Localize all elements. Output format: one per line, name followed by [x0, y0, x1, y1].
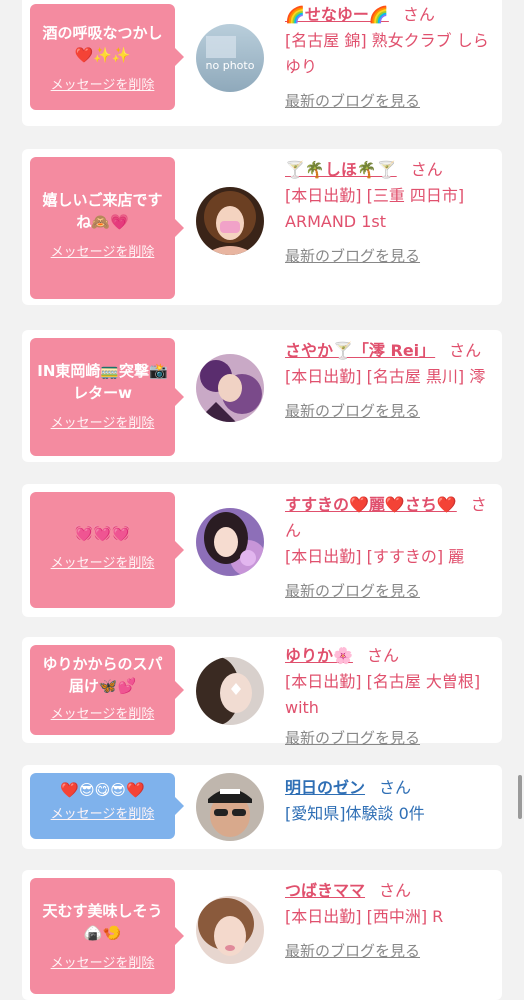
- avatar[interactable]: [196, 896, 264, 964]
- honorific: さん: [410, 160, 443, 179]
- avatar[interactable]: [196, 657, 264, 725]
- message-text: ゆりかからのスパ届け🦋💕: [42, 655, 163, 695]
- message-bubble: 嬉しいご来店ですね🙈💗 メッセージを削除: [30, 157, 184, 299]
- user-info: つばきママ さん [本日出勤] [西中洲] R 最新のブログを見る: [285, 878, 497, 964]
- delete-message-link[interactable]: メッセージを削除: [51, 952, 155, 971]
- latest-blog-link[interactable]: 最新のブログを見る: [285, 725, 420, 751]
- latest-blog-link[interactable]: 最新のブログを見る: [285, 398, 420, 424]
- message-text: 💓💓💓: [74, 524, 131, 542]
- profile-photo: [196, 896, 264, 964]
- scrollbar[interactable]: [518, 775, 522, 819]
- user-info: さやか🍸「澪 Rei」 さん [本日出勤] [名古屋 黒川] 澪 最新のブログを見…: [285, 338, 497, 424]
- list-item: 💓💓💓 メッセージを削除 すすきの❤️麗❤️さち❤️ さん [本日出勤] [すすき…: [22, 484, 502, 617]
- profile-photo: [196, 657, 264, 725]
- list-item: 天むす美味しそう🍙🍤 メッセージを削除 つばきママ さん [本日出勤] [西中洲]…: [22, 870, 502, 1000]
- message-text: 天むす美味しそう🍙🍤: [42, 902, 163, 942]
- delete-message-link[interactable]: メッセージを削除: [51, 703, 155, 722]
- honorific: さん: [402, 5, 435, 24]
- user-name-link[interactable]: ゆりか🌸: [285, 646, 353, 665]
- message-bubble: IN東岡崎🚃突撃📸レターw メッセージを削除: [30, 338, 184, 456]
- message-text: ❤️😎😋😎❤️: [60, 781, 145, 799]
- message-bubble: 💓💓💓 メッセージを削除: [30, 492, 184, 608]
- user-name-link[interactable]: 🌈せなゆー🌈: [285, 5, 389, 24]
- message-text: IN東岡崎🚃突撃📸レターw: [37, 362, 168, 402]
- list-item: 嬉しいご来店ですね🙈💗 メッセージを削除 🍸🌴しほ🌴🍸 さん [本日出勤] [三重…: [22, 149, 502, 305]
- delete-message-link[interactable]: メッセージを削除: [51, 803, 155, 822]
- honorific: さん: [379, 778, 412, 797]
- avatar[interactable]: no photo: [196, 24, 264, 92]
- list-item: ゆりかからのスパ届け🦋💕 メッセージを削除 ゆりか🌸 さん [本日出勤] [名古屋…: [22, 637, 502, 747]
- honorific: さん: [366, 646, 399, 665]
- avatar[interactable]: [196, 187, 264, 255]
- user-info: すすきの❤️麗❤️さち❤️ さん [本日出勤] [すすきの] 麗 最新のブログを見…: [285, 492, 497, 604]
- user-details: [本日出勤] [名古屋 大曽根] with: [285, 672, 481, 717]
- delete-message-link[interactable]: メッセージを削除: [51, 241, 155, 260]
- user-info: 明日のゼン さん [愛知県]体験談 0件: [285, 775, 497, 827]
- svg-text:no photo: no photo: [206, 59, 255, 72]
- latest-blog-link[interactable]: 最新のブログを見る: [285, 578, 420, 604]
- delete-message-link[interactable]: メッセージを削除: [51, 552, 155, 571]
- avatar[interactable]: [196, 354, 264, 422]
- user-info: ゆりか🌸 さん [本日出勤] [名古屋 大曽根] with 最新のブログを見る: [285, 643, 497, 751]
- user-name-link[interactable]: 明日のゼン: [285, 778, 365, 797]
- user-info: 🍸🌴しほ🌴🍸 さん [本日出勤] [三重 四日市] ARMAND 1st 最新のブ…: [285, 157, 497, 269]
- profile-photo: [196, 773, 264, 841]
- user-details: [本日出勤] [すすきの] 麗: [285, 547, 465, 566]
- list-item: IN東岡崎🚃突撃📸レターw メッセージを削除 さやか🍸「澪 Rei」 さん [本日…: [22, 330, 502, 462]
- user-details: [本日出勤] [西中洲] R: [285, 907, 444, 926]
- user-name-link[interactable]: つばきママ: [285, 881, 365, 900]
- latest-blog-link[interactable]: 最新のブログを見る: [285, 243, 420, 269]
- user-info: 🌈せなゆー🌈 さん [名古屋 錦] 熟女クラブ しらゆり 最新のブログを見る: [285, 2, 497, 114]
- avatar[interactable]: [196, 773, 264, 841]
- honorific: さん: [449, 341, 482, 360]
- honorific: さん: [379, 881, 412, 900]
- no-photo-icon: no photo: [196, 24, 264, 92]
- profile-photo: [196, 508, 264, 576]
- user-name-link[interactable]: さやか🍸「澪 Rei」: [285, 341, 435, 360]
- message-bubble: 天むす美味しそう🍙🍤 メッセージを削除: [30, 878, 184, 994]
- message-text: 酒の呼吸なつかし❤️✨✨: [42, 24, 163, 64]
- list-item: ❤️😎😋😎❤️ メッセージを削除 明日のゼン さん [愛知県]体験談 0件: [22, 765, 502, 849]
- user-details: [愛知県]体験談 0件: [285, 804, 425, 823]
- latest-blog-link[interactable]: 最新のブログを見る: [285, 938, 420, 964]
- user-details: [本日出勤] [名古屋 黒川] 澪: [285, 367, 486, 386]
- list-item: 酒の呼吸なつかし❤️✨✨ メッセージを削除 no photo 🌈せなゆー🌈 さん …: [22, 0, 502, 126]
- message-text: 嬉しいご来店ですね🙈💗: [42, 191, 163, 231]
- user-details: [名古屋 錦] 熟女クラブ しらゆり: [285, 31, 489, 76]
- delete-message-link[interactable]: メッセージを削除: [51, 74, 155, 93]
- message-bubble: 酒の呼吸なつかし❤️✨✨ メッセージを削除: [30, 4, 184, 110]
- user-details: [本日出勤] [三重 四日市] ARMAND 1st: [285, 186, 465, 231]
- delete-message-link[interactable]: メッセージを削除: [51, 412, 155, 431]
- message-bubble: ❤️😎😋😎❤️ メッセージを削除: [30, 773, 184, 839]
- avatar[interactable]: [196, 508, 264, 576]
- user-name-link[interactable]: すすきの❤️麗❤️さち❤️: [285, 495, 457, 514]
- message-bubble: ゆりかからのスパ届け🦋💕 メッセージを削除: [30, 645, 184, 735]
- profile-photo: [196, 354, 264, 422]
- latest-blog-link[interactable]: 最新のブログを見る: [285, 88, 420, 114]
- user-name-link[interactable]: 🍸🌴しほ🌴🍸: [285, 160, 397, 179]
- profile-photo: [196, 187, 264, 255]
